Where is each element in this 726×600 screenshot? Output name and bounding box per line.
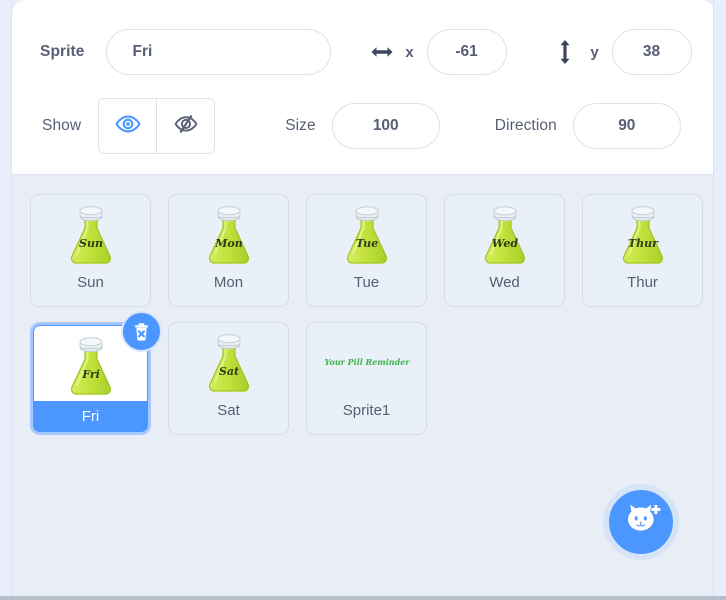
sprite-info-panel: Sprite Fri x -61 y 38 xyxy=(12,0,714,175)
sprite-tile-mon[interactable]: Mon Mon xyxy=(168,194,289,307)
sprite-info-row-primary: Sprite Fri x -61 y 38 xyxy=(12,24,714,80)
bottom-divider xyxy=(0,596,726,600)
cat-plus-icon xyxy=(621,502,661,543)
sprite-tile-label: Mon xyxy=(169,270,288,291)
svg-text:Sat: Sat xyxy=(218,365,238,378)
svg-text:Mon: Mon xyxy=(214,237,243,250)
sprite-thumbnail-sat: Sat xyxy=(169,323,288,398)
sprite-tile-sun[interactable]: Sun Sun xyxy=(30,194,151,307)
sprite-tile-thur[interactable]: Thur Thur xyxy=(582,194,703,307)
show-toggle-group xyxy=(98,98,215,154)
sprite-name-input[interactable]: Fri xyxy=(106,29,331,75)
sprite-tile-sprite1[interactable]: Your Pill Reminder Sprite1 xyxy=(306,322,427,435)
direction-label: Direction xyxy=(495,117,557,135)
sprite-selector-list: Sun Sun Mon Mon xyxy=(12,176,714,600)
svg-text:Wed: Wed xyxy=(491,237,517,250)
sprite-name-label: Sprite xyxy=(40,43,85,61)
direction-input[interactable]: 90 xyxy=(573,103,681,149)
sprite-pane: Sprite Fri x -61 y 38 xyxy=(11,0,714,600)
sprite-tile-label: Sun xyxy=(31,270,150,291)
x-coordinate-input[interactable]: -61 xyxy=(427,29,507,75)
sprite-tile-wed[interactable]: Wed Wed xyxy=(444,194,565,307)
horizontal-arrows-icon xyxy=(369,39,395,65)
sprite-tile-label: Sprite1 xyxy=(307,398,426,419)
sprite-grid: Sun Sun Mon Mon xyxy=(30,194,710,435)
sprite-thumbnail-tue: Tue xyxy=(307,195,426,270)
sprite-thumbnail-mon: Mon xyxy=(169,195,288,270)
y-coordinate-input[interactable]: 38 xyxy=(612,29,692,75)
sprite-tile-label: Wed xyxy=(445,270,564,291)
vertical-arrows-icon xyxy=(552,39,578,65)
sprite-tile-fri[interactable]: Fri Fri xyxy=(30,322,151,435)
sprite-tile-label: Thur xyxy=(583,270,702,291)
y-axis-label: y xyxy=(588,44,602,61)
x-axis-label: x xyxy=(403,44,417,61)
eye-slash-icon xyxy=(173,114,199,139)
sprite-thumbnail-thur: Thur xyxy=(583,195,702,270)
add-sprite-button[interactable] xyxy=(603,484,679,560)
show-hidden-button[interactable] xyxy=(156,99,214,153)
sprite-tile-label: Sat xyxy=(169,398,288,419)
size-label: Size xyxy=(285,117,316,135)
show-visible-button[interactable] xyxy=(99,99,156,153)
show-label: Show xyxy=(42,117,81,135)
sprite-thumbnail-sun: Sun xyxy=(31,195,150,270)
trash-delete-icon[interactable] xyxy=(121,311,162,352)
svg-text:Your Pill Reminder: Your Pill Reminder xyxy=(324,357,410,367)
svg-text:Thur: Thur xyxy=(628,237,659,250)
sprite-tile-sat[interactable]: Sat Sat xyxy=(168,322,289,435)
sprite-tile-tue[interactable]: Tue Tue xyxy=(306,194,427,307)
eye-icon xyxy=(115,115,141,138)
svg-text:Sun: Sun xyxy=(79,237,103,250)
size-input[interactable]: 100 xyxy=(332,103,440,149)
svg-text:Tue: Tue xyxy=(355,237,377,250)
sprite-tile-label: Fri xyxy=(33,401,148,425)
sprite-thumbnail-sprite1: Your Pill Reminder xyxy=(307,323,426,398)
sprite-tile-label: Tue xyxy=(307,270,426,291)
svg-text:Fri: Fri xyxy=(81,368,100,381)
sprite-thumbnail-wed: Wed xyxy=(445,195,564,270)
sprite-info-row-secondary: Show xyxy=(12,98,714,154)
